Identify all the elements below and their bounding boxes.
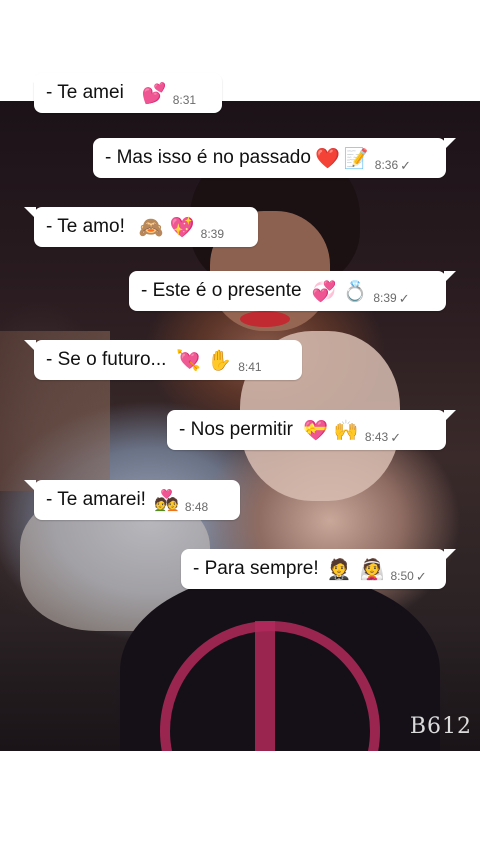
message-bubble-received[interactable]: - Se o futuro... 💘 ✋ 8:41 [24,340,302,380]
raising-hands-emoji-icon: 🙌 [333,418,359,442]
read-check-icon: ✓ [415,569,427,584]
message-meta: 8:48 [185,500,208,514]
heart-with-arrow-emoji-icon: 💘 [176,348,202,372]
message-time: 8:48 [184,500,209,514]
see-no-evil-monkey-emoji-icon: 🙈 [138,215,164,239]
message-bubble-sent[interactable]: - Para sempre! 🤵 👰 8:50 ✓ [181,549,456,589]
message-meta: 8:41 [238,360,261,374]
message-meta: 8:50 ✓ [390,569,426,583]
raised-hand-emoji-icon: ✋ [207,348,233,372]
message-text: - Este é o presente [141,280,302,301]
message-meta: 8:36 ✓ [375,158,411,172]
message-text: - Te amei [46,82,124,103]
message-time: 8:41 [238,360,262,374]
groom-emoji-icon: 🤵 [326,557,352,581]
message-bubble-received[interactable]: - Te amarei! 💑 8:48 [24,480,240,520]
photo-shirt-logo-bar [255,621,275,751]
message-time: 8:50 [390,569,414,583]
photo-lips [240,311,290,327]
bride-emoji-icon: 👰 [359,557,385,581]
message-time: 8:31 [172,93,197,107]
message-time: 8:39 [200,227,225,241]
read-check-icon: ✓ [398,291,410,306]
message-bubble-sent[interactable]: - Este é o presente 💞 💍 8:39 ✓ [129,271,456,311]
heart-with-ribbon-emoji-icon: 💝 [303,418,328,442]
message-meta: 8:39 [201,227,224,241]
message-meta: 8:39 ✓ [373,291,409,305]
message-time: 8:39 [373,291,397,305]
message-bubble-sent[interactable]: - Mas isso é no passado ❤️ 📝 8:36 ✓ [93,138,456,178]
read-check-icon: ✓ [390,430,402,445]
sparkling-heart-emoji-icon: 💖 [169,215,195,239]
watermark-logo: B612 [409,714,472,739]
message-time: 8:36 [374,158,399,172]
red-heart-emoji-icon: ❤️ [314,146,340,170]
message-time: 8:43 [364,430,389,444]
message-text: - Te amo! [46,216,125,237]
couple-with-heart-emoji-icon: 💑 [153,488,179,512]
message-text: - Para sempre! [193,558,319,579]
two-hearts-emoji-icon: 💕 [141,81,167,105]
message-text: - Nos permitir [179,419,294,440]
message-bubble-received[interactable]: - Te amei 💕 8:31 [24,73,222,113]
read-check-icon: ✓ [400,158,412,173]
message-text: - Mas isso é no passado [105,147,311,168]
memo-emoji-icon: 📝 [343,146,369,170]
message-meta: 8:31 [173,93,196,107]
message-meta: 8:43 ✓ [365,430,401,444]
message-text: - Te amarei! [46,489,146,510]
message-text: - Se o futuro... [46,349,167,370]
message-bubble-sent[interactable]: - Nos permitir 💝 🙌 8:43 ✓ [167,410,456,450]
revolving-hearts-emoji-icon: 💞 [311,279,337,303]
message-bubble-received[interactable]: - Te amo! 🙈 💖 8:39 [24,207,258,247]
ring-emoji-icon: 💍 [342,279,368,303]
